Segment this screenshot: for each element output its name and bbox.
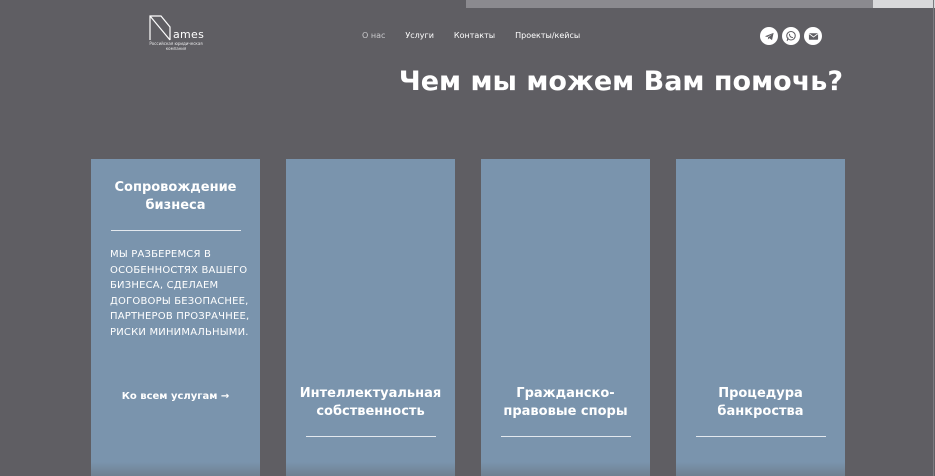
all-services-link[interactable]: Ко всем услугам → bbox=[91, 391, 260, 402]
nav-item-projects[interactable]: Проекты/кейсы bbox=[515, 31, 580, 40]
service-card-civil-disputes[interactable]: Гражданско-правовые споры bbox=[481, 159, 650, 476]
nav-item-contacts[interactable]: Контакты bbox=[454, 31, 495, 40]
card-divider bbox=[501, 436, 631, 437]
nav-item-services[interactable]: Услуги bbox=[405, 31, 434, 40]
telegram-icon[interactable] bbox=[760, 27, 778, 45]
header-image-strip-light bbox=[873, 0, 935, 8]
logo-subtitle: Российская юридическая компания bbox=[149, 41, 203, 51]
service-card-description: Мы разберемся в особенностях вашего бизн… bbox=[110, 249, 250, 338]
page: ames Российская юридическая компания О н… bbox=[0, 0, 935, 476]
page-edge-line bbox=[933, 0, 934, 476]
logo-word: ames bbox=[173, 28, 205, 41]
card-divider bbox=[111, 230, 241, 231]
logo-n-icon bbox=[149, 15, 171, 41]
card-fade bbox=[676, 462, 845, 476]
header-image-strip bbox=[466, 0, 935, 8]
service-card-bankruptcy[interactable]: Процедура банкроства bbox=[676, 159, 845, 476]
email-icon[interactable] bbox=[804, 27, 822, 45]
service-card-intellectual-property[interactable]: Интеллектуальная собственность bbox=[286, 159, 455, 476]
page-title: Чем мы можем Вам помочь? bbox=[398, 66, 843, 97]
card-fade bbox=[286, 462, 455, 476]
card-fade bbox=[481, 462, 650, 476]
service-card-title: Интеллектуальная собственность bbox=[299, 386, 442, 419]
whatsapp-icon[interactable] bbox=[782, 27, 800, 45]
social-links bbox=[760, 27, 822, 45]
service-card-title: Сопровождение бизнеса bbox=[114, 180, 237, 213]
service-card-business[interactable]: Сопровождение бизнеса Мы разберемся в ос… bbox=[91, 159, 260, 476]
service-card-title: Процедура банкроства bbox=[717, 386, 804, 419]
service-card-title: Гражданско-правовые споры bbox=[503, 386, 628, 419]
card-fade bbox=[91, 462, 260, 476]
main-nav: О нас Услуги Контакты Проекты/кейсы bbox=[362, 31, 580, 40]
nav-item-about[interactable]: О нас bbox=[362, 31, 385, 40]
card-divider bbox=[306, 436, 436, 437]
card-divider bbox=[696, 436, 826, 437]
